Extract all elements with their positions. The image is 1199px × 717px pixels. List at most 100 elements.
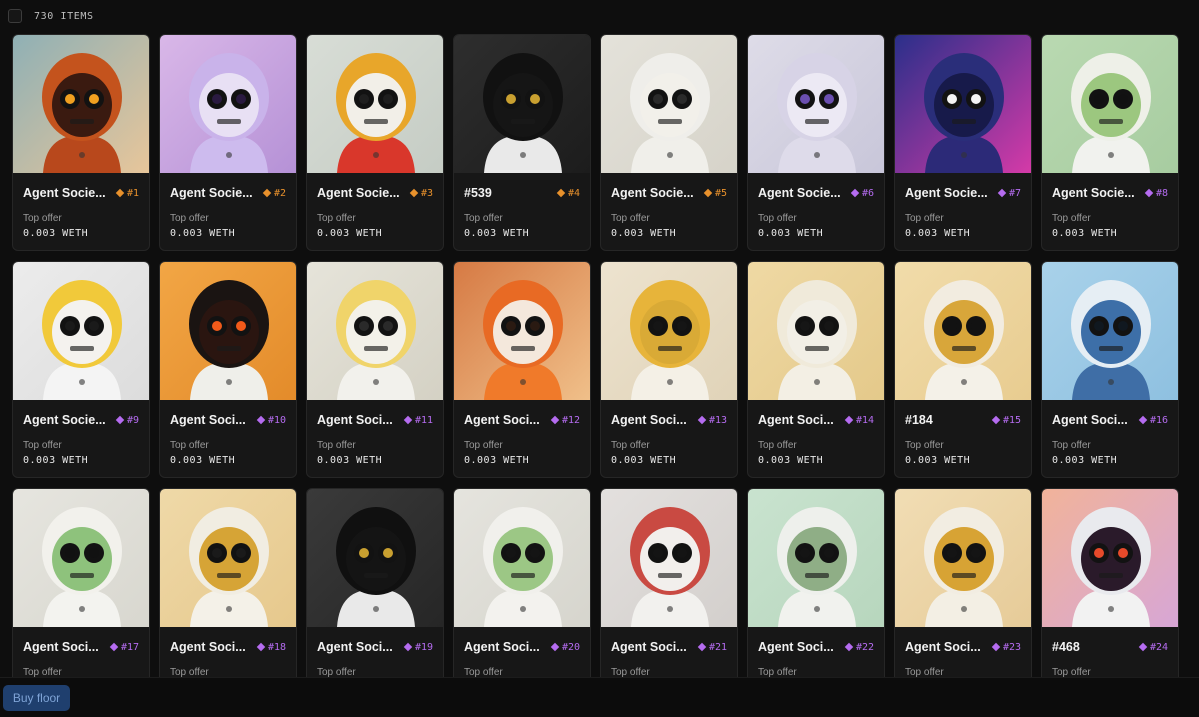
nft-card[interactable]: Agent Soci... #16 Top offer 0.003 WETH: [1041, 261, 1179, 478]
results-header: 730 ITEMS: [8, 7, 94, 25]
nft-image[interactable]: [454, 489, 590, 627]
rarity-diamond-icon: [997, 188, 1007, 198]
nft-card[interactable]: Agent Soci... #17 Top offer: [12, 488, 150, 705]
character-illustration: [1042, 35, 1178, 173]
rarity-rank: #13: [697, 414, 727, 426]
nft-card[interactable]: Agent Socie... #1 Top offer 0.003 WETH: [12, 34, 150, 251]
nft-card[interactable]: Agent Soci... #11 Top offer 0.003 WETH: [306, 261, 444, 478]
rarity-rank-value: #12: [561, 414, 580, 426]
rarity-diamond-icon: [556, 188, 566, 198]
rarity-diamond-icon: [844, 642, 854, 652]
nft-image[interactable]: [307, 262, 443, 400]
nft-image[interactable]: [13, 35, 149, 173]
top-offer-value: 0.003 WETH: [23, 228, 89, 239]
nft-card[interactable]: Agent Soci... #14 Top offer 0.003 WETH: [747, 261, 885, 478]
nft-card[interactable]: Agent Socie... #9 Top offer 0.003 WETH: [12, 261, 150, 478]
rarity-diamond-icon: [409, 188, 419, 198]
rarity-rank: #16: [1138, 415, 1168, 426]
nft-image[interactable]: [895, 262, 1031, 400]
top-offer-label: Top offer: [611, 213, 650, 224]
nft-name: Agent Soci...: [758, 413, 834, 427]
rarity-diamond-icon: [697, 642, 707, 652]
nft-card[interactable]: Agent Soci... #23 Top offer: [894, 488, 1032, 705]
select-all-checkbox[interactable]: [8, 9, 22, 23]
nft-card[interactable]: #539 #4 Top offer 0.003 WETH: [453, 34, 591, 251]
top-offer-value: 0.003 WETH: [611, 455, 677, 466]
top-offer-value: 0.003 WETH: [1052, 228, 1118, 239]
nft-card[interactable]: Agent Socie... #6 Top offer 0.003 WETH: [747, 34, 885, 251]
nft-card[interactable]: Agent Soci... #21 Top offer: [600, 488, 738, 705]
top-offer-label: Top offer: [23, 213, 62, 224]
nft-image[interactable]: [160, 262, 296, 400]
rarity-diamond-icon: [1138, 642, 1148, 652]
nft-card[interactable]: Agent Socie... #3 Top offer 0.003 WETH: [306, 34, 444, 251]
nft-image[interactable]: [454, 35, 590, 173]
nft-image[interactable]: [13, 262, 149, 400]
nft-card[interactable]: Agent Soci... #20 Top offer: [453, 488, 591, 705]
nft-image[interactable]: [307, 489, 443, 627]
top-offer-value: 0.003 WETH: [170, 455, 236, 466]
nft-image[interactable]: [601, 489, 737, 627]
nft-image[interactable]: [1042, 35, 1178, 173]
rarity-rank-value: #9: [126, 414, 139, 426]
nft-card[interactable]: Agent Socie... #8 Top offer 0.003 WETH: [1041, 34, 1179, 251]
character-illustration: [895, 35, 1031, 173]
nft-image[interactable]: [307, 35, 443, 173]
nft-card[interactable]: Agent Soci... #19 Top offer: [306, 488, 444, 705]
nft-card[interactable]: Agent Socie... #7 Top offer 0.003 WETH: [894, 34, 1032, 251]
rarity-rank-value: #13: [708, 414, 727, 426]
rarity-rank-value: #20: [561, 641, 580, 653]
top-offer-value: 0.003 WETH: [317, 455, 383, 466]
nft-image[interactable]: [160, 489, 296, 627]
nft-image[interactable]: [13, 489, 149, 627]
nft-image[interactable]: [748, 262, 884, 400]
top-offer-label: Top offer: [464, 440, 503, 451]
nft-card[interactable]: Agent Soci... #10 Top offer 0.003 WETH: [159, 261, 297, 478]
nft-card[interactable]: Agent Soci... #12 Top offer 0.003 WETH: [453, 261, 591, 478]
nft-name: Agent Soci...: [23, 640, 99, 654]
nft-card[interactable]: Agent Soci... #22 Top offer: [747, 488, 885, 705]
nft-name: Agent Soci...: [611, 413, 687, 427]
nft-image[interactable]: [160, 35, 296, 173]
nft-card[interactable]: Agent Soci... #18 Top offer: [159, 488, 297, 705]
nft-image[interactable]: [748, 489, 884, 627]
nft-image[interactable]: [1042, 262, 1178, 400]
nft-card[interactable]: Agent Socie... #5 Top offer 0.003 WETH: [600, 34, 738, 251]
rarity-diamond-icon: [262, 188, 272, 198]
buy-floor-button[interactable]: Buy floor: [3, 685, 70, 711]
top-offer-value: 0.003 WETH: [464, 455, 530, 466]
top-offer-label: Top offer: [170, 440, 209, 451]
nft-grid: Agent Socie... #1 Top offer 0.003 WETH Agent…: [12, 34, 1179, 705]
nft-image[interactable]: [1042, 489, 1178, 627]
nft-image[interactable]: [895, 35, 1031, 173]
nft-card[interactable]: Agent Soci... #13 Top offer 0.003 WETH: [600, 261, 738, 478]
character-illustration: [1042, 489, 1178, 627]
nft-image[interactable]: [601, 35, 737, 173]
nft-name: Agent Socie...: [1052, 186, 1135, 200]
nft-name: Agent Soci...: [464, 640, 540, 654]
rarity-rank: #17: [109, 642, 139, 653]
nft-name: Agent Socie...: [317, 186, 400, 200]
rarity-rank-value: #8: [1155, 187, 1168, 199]
nft-image[interactable]: [748, 35, 884, 173]
character-illustration: [895, 262, 1031, 400]
nft-card[interactable]: #468 #24 Top offer: [1041, 488, 1179, 705]
nft-card[interactable]: Agent Socie... #2 Top offer 0.003 WETH: [159, 34, 297, 251]
rarity-rank-value: #22: [855, 641, 874, 653]
rarity-diamond-icon: [1144, 188, 1154, 198]
rarity-rank-value: #7: [1008, 187, 1021, 199]
rarity-rank: #10: [256, 415, 286, 426]
character-illustration: [160, 262, 296, 400]
nft-card[interactable]: #184 #15 Top offer 0.003 WETH: [894, 261, 1032, 478]
nft-image[interactable]: [601, 262, 737, 400]
rarity-diamond-icon: [109, 642, 119, 652]
character-illustration: [601, 35, 737, 173]
nft-image[interactable]: [895, 489, 1031, 627]
rarity-rank: #8: [1144, 187, 1168, 199]
character-illustration: [307, 489, 443, 627]
rarity-rank: #4: [556, 188, 580, 199]
rarity-rank: #5: [703, 188, 727, 199]
top-offer-label: Top offer: [464, 213, 503, 224]
nft-image[interactable]: [454, 262, 590, 400]
nft-name: Agent Socie...: [611, 186, 694, 200]
